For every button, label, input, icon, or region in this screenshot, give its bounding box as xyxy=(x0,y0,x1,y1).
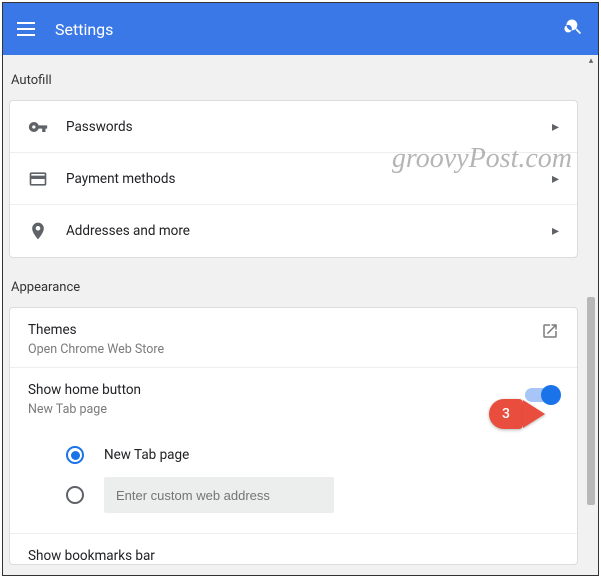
row-label: Addresses and more xyxy=(56,223,552,239)
radio-custom[interactable] xyxy=(66,475,559,515)
appearance-card: Themes Open Chrome Web Store Show home b… xyxy=(9,307,578,565)
row-label: Payment methods xyxy=(56,171,552,187)
chevron-right-icon: ▸ xyxy=(552,171,559,187)
scrollbar[interactable]: ▴ xyxy=(586,55,596,575)
page-title: Settings xyxy=(55,20,113,39)
row-bookmarks-bar[interactable]: Show bookmarks bar xyxy=(10,533,577,564)
open-external-icon xyxy=(541,322,559,344)
chevron-right-icon: ▸ xyxy=(552,119,559,135)
home-button-options: New Tab page xyxy=(10,427,577,533)
themes-subtitle: Open Chrome Web Store xyxy=(28,342,541,357)
header-bar: Settings xyxy=(3,3,598,55)
section-label-appearance: Appearance xyxy=(5,262,582,307)
scroll-up-icon[interactable]: ▴ xyxy=(586,55,596,67)
radio-label: New Tab page xyxy=(104,447,189,463)
radio-new-tab[interactable]: New Tab page xyxy=(66,435,559,475)
row-payment[interactable]: Payment methods ▸ xyxy=(10,153,577,205)
row-passwords[interactable]: Passwords ▸ xyxy=(10,101,577,153)
home-button-subtitle: New Tab page xyxy=(28,402,525,417)
radio-icon xyxy=(66,446,84,464)
home-button-title: Show home button xyxy=(28,382,525,398)
custom-url-input[interactable] xyxy=(104,477,334,513)
row-themes[interactable]: Themes Open Chrome Web Store xyxy=(10,308,577,367)
radio-icon xyxy=(66,486,84,504)
key-icon xyxy=(28,115,56,139)
settings-content: Autofill Passwords ▸ Payment methods ▸ xyxy=(3,55,584,575)
location-icon xyxy=(28,219,56,243)
home-button-toggle[interactable] xyxy=(525,388,559,402)
search-icon[interactable] xyxy=(564,17,584,41)
menu-icon[interactable] xyxy=(17,19,37,39)
autofill-card: Passwords ▸ Payment methods ▸ Addresses … xyxy=(9,100,578,258)
themes-title: Themes xyxy=(28,322,541,338)
credit-card-icon xyxy=(28,167,56,191)
row-home-button: Show home button New Tab page xyxy=(10,368,577,427)
section-label-autofill: Autofill xyxy=(5,55,582,100)
scroll-thumb[interactable] xyxy=(587,297,595,505)
chevron-right-icon: ▸ xyxy=(552,223,559,239)
row-addresses[interactable]: Addresses and more ▸ xyxy=(10,205,577,257)
row-label: Passwords xyxy=(56,119,552,135)
